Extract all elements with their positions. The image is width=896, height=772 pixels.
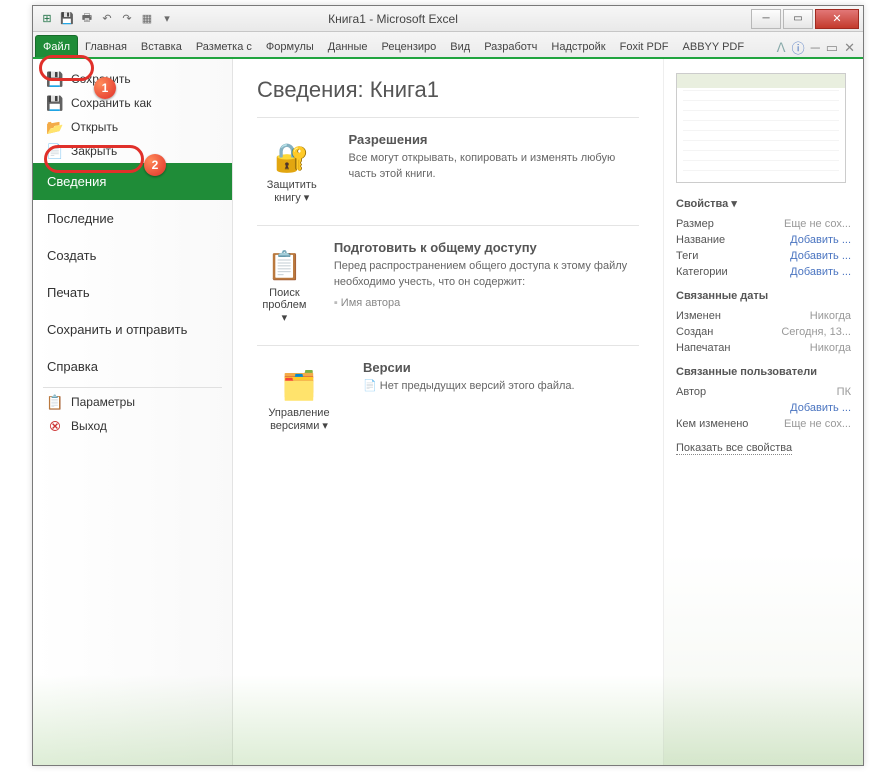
checklist-icon: 📋: [266, 247, 302, 283]
divider: [257, 117, 639, 118]
help-icon[interactable]: ⓘ: [792, 38, 805, 57]
section-desc: Перед распространением общего доступа к …: [334, 259, 639, 291]
sidebar-close[interactable]: 📄 Закрыть: [33, 139, 232, 163]
doc-restore-icon[interactable]: ▭: [826, 40, 838, 56]
property-row: СозданСегодня, 13...: [676, 324, 851, 340]
floppy-icon: 💾: [47, 95, 63, 111]
button-label: Поиск проблем ▾: [260, 287, 309, 324]
minimize-ribbon-icon[interactable]: ᐱ: [777, 40, 786, 56]
sidebar-item-label: Закрыть: [71, 144, 117, 158]
tab-insert[interactable]: Вставка: [134, 36, 189, 57]
property-row: Кем измененоЕще не сох...: [676, 416, 851, 432]
undo-icon[interactable]: ↶: [99, 11, 115, 27]
section-title: Разрешения: [349, 132, 640, 147]
tab-view[interactable]: Вид: [443, 36, 477, 57]
section-desc: Все могут открывать, копировать и изменя…: [349, 151, 640, 183]
sidebar-item-label: Сохранить как: [71, 96, 151, 110]
show-all-properties[interactable]: Показать все свойства: [676, 442, 792, 455]
users-heading: Связанные пользователи: [676, 366, 851, 378]
property-row[interactable]: Добавить ...: [676, 400, 851, 416]
sidebar-item-label: Параметры: [71, 395, 135, 409]
sidebar-new[interactable]: Создать: [33, 237, 232, 274]
tab-developer[interactable]: Разработч: [477, 36, 544, 57]
close-button[interactable]: ✕: [815, 9, 859, 29]
ribbon-tabs: Файл Главная Вставка Разметка с Формулы …: [33, 32, 863, 59]
page-title: Сведения: Книга1: [257, 77, 639, 103]
properties-heading[interactable]: Свойства ▾: [676, 197, 851, 210]
sidebar-item-label: Открыть: [71, 120, 118, 134]
qat-more-icon[interactable]: ▦: [139, 11, 155, 27]
property-row[interactable]: ТегиДобавить ...: [676, 248, 851, 264]
tab-file[interactable]: Файл: [35, 35, 78, 57]
folder-open-icon: 📂: [47, 119, 63, 135]
section-desc: 📄 Нет предыдущих версий этого файла.: [363, 379, 575, 395]
options-icon: 📋: [47, 394, 63, 410]
property-row: ИзмененНикогда: [676, 308, 851, 324]
section-title: Версии: [363, 360, 575, 375]
maximize-button[interactable]: ▭: [783, 9, 813, 29]
exit-icon: ⮿: [47, 418, 63, 434]
doc-min-icon[interactable]: ─: [811, 40, 820, 55]
document-preview[interactable]: [676, 73, 846, 183]
property-row: АвторПК: [676, 384, 851, 400]
sidebar-item-label: Выход: [71, 419, 107, 433]
button-label: Управление версиями ▾: [260, 407, 338, 432]
property-row: НапечатанНикогда: [676, 340, 851, 356]
tab-home[interactable]: Главная: [78, 36, 134, 57]
section-title: Подготовить к общему доступу: [334, 240, 639, 255]
property-row[interactable]: НазваниеДобавить ...: [676, 232, 851, 248]
sidebar-item-label: Сохранить: [71, 72, 131, 86]
redo-icon[interactable]: ↷: [119, 11, 135, 27]
protect-workbook-button[interactable]: 🔐 Защитить книгу ▾: [257, 132, 327, 211]
print-icon[interactable]: 🖶: [79, 11, 95, 27]
sidebar-info[interactable]: Сведения: [33, 163, 232, 200]
sidebar-save-as[interactable]: 💾 Сохранить как: [33, 91, 232, 115]
tab-review[interactable]: Рецензиро: [375, 36, 444, 57]
titlebar: ⊞ 💾 🖶 ↶ ↷ ▦ ▾ Книга1 - Microsoft Excel ─…: [33, 6, 863, 32]
sidebar-recent[interactable]: Последние: [33, 200, 232, 237]
manage-versions-button[interactable]: 🗂️ Управление версиями ▾: [257, 360, 341, 439]
sidebar-exit[interactable]: ⮿ Выход: [33, 414, 232, 438]
sidebar-help[interactable]: Справка: [33, 348, 232, 385]
main-panel: Сведения: Книга1 🔐 Защитить книгу ▾ Разр…: [233, 59, 663, 765]
tab-data[interactable]: Данные: [321, 36, 375, 57]
lock-icon: 🔐: [274, 139, 310, 175]
sidebar-options[interactable]: 📋 Параметры: [33, 390, 232, 414]
tab-addins[interactable]: Надстройк: [544, 36, 612, 57]
tab-foxit[interactable]: Foxit PDF: [613, 36, 676, 57]
divider: [43, 387, 222, 388]
tab-layout[interactable]: Разметка с: [189, 36, 259, 57]
quick-access-toolbar: ⊞ 💾 🖶 ↶ ↷ ▦ ▾: [33, 11, 181, 27]
check-issues-button[interactable]: 📋 Поиск проблем ▾: [257, 240, 312, 331]
property-row: РазмерЕще не сох...: [676, 216, 851, 232]
page-icon: 📄: [363, 380, 380, 392]
tab-abbyy[interactable]: ABBYY PDF: [676, 36, 752, 57]
sidebar-save[interactable]: 💾 Сохранить: [33, 67, 232, 91]
sidebar-open[interactable]: 📂 Открыть: [33, 115, 232, 139]
excel-icon: ⊞: [39, 11, 55, 27]
bullet-item: Имя автора: [334, 297, 639, 309]
divider: [257, 225, 639, 226]
divider: [257, 345, 639, 346]
floppy-icon: 💾: [47, 71, 63, 87]
save-icon[interactable]: 💾: [59, 11, 75, 27]
doc-close-icon[interactable]: ✕: [844, 40, 855, 56]
versions-icon: 🗂️: [281, 367, 317, 403]
sidebar-share[interactable]: Сохранить и отправить: [33, 311, 232, 348]
properties-panel: Свойства ▾ РазмерЕще не сох... НазваниеД…: [663, 59, 863, 765]
property-row[interactable]: КатегорииДобавить ...: [676, 264, 851, 280]
minimize-button[interactable]: ─: [751, 9, 781, 29]
qat-dropdown-icon[interactable]: ▾: [159, 11, 175, 27]
tab-formulas[interactable]: Формулы: [259, 36, 321, 57]
sidebar-print[interactable]: Печать: [33, 274, 232, 311]
document-icon: 📄: [47, 143, 63, 159]
backstage-sidebar: 💾 Сохранить 💾 Сохранить как 📂 Открыть 📄 Закр…: [33, 59, 233, 765]
dates-heading: Связанные даты: [676, 290, 851, 302]
button-label: Защитить книгу ▾: [260, 179, 324, 204]
